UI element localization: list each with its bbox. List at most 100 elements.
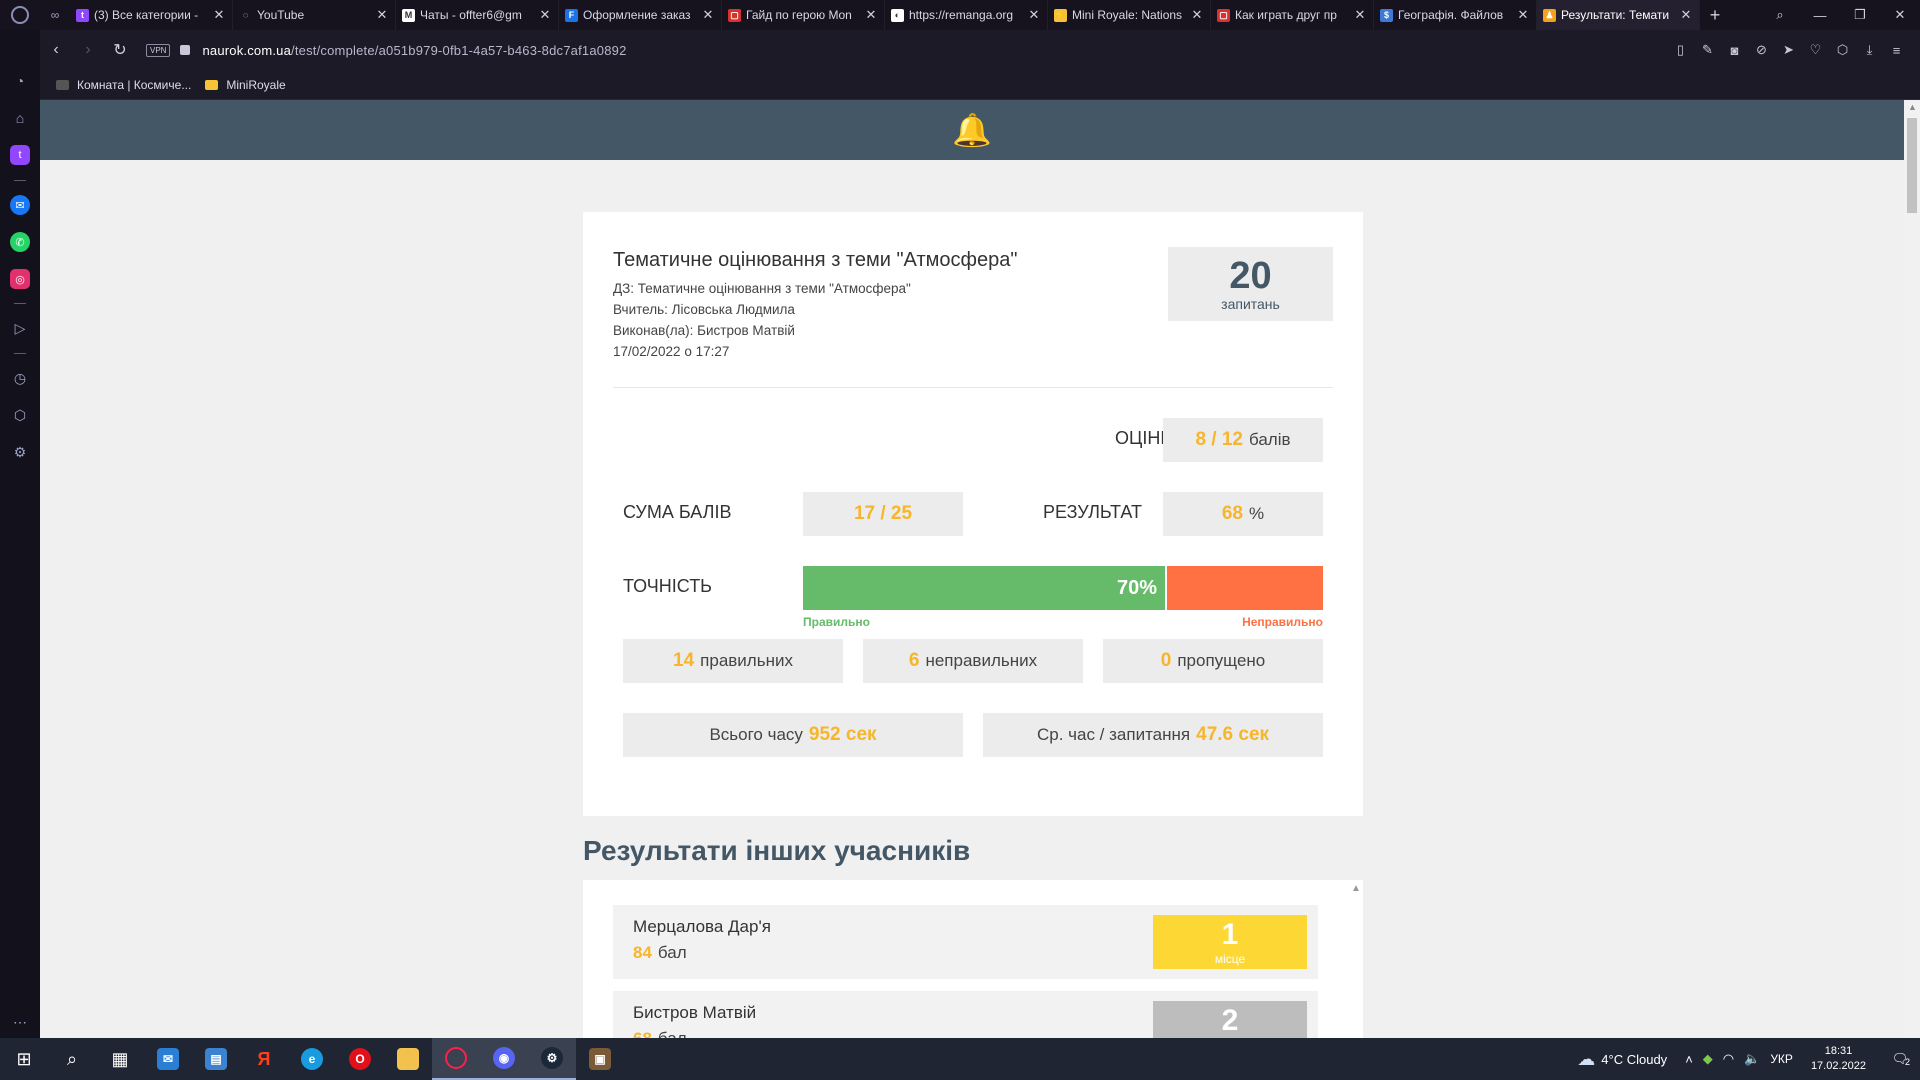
cube-icon[interactable]: ⬡ xyxy=(1829,42,1856,58)
chevron-up-icon[interactable]: ˄ xyxy=(1685,1052,1693,1067)
file-explorer-icon[interactable] xyxy=(384,1038,432,1080)
instagram-icon[interactable]: ◎ xyxy=(10,269,30,289)
search-tabs-icon[interactable]: ⌕ xyxy=(1760,7,1800,23)
browser-tab[interactable]: ◌ YouTube ✕ xyxy=(233,0,396,30)
weather-text[interactable]: 4°C Cloudy xyxy=(1601,1052,1667,1067)
participant-name: Мерцалова Дар'я xyxy=(633,917,771,936)
browser-tab[interactable]: $ Географія. Файлов ✕ xyxy=(1374,0,1537,30)
close-tab-icon[interactable]: ✕ xyxy=(1516,7,1530,23)
close-tab-icon[interactable]: ✕ xyxy=(538,7,552,23)
accuracy-bar: 70% xyxy=(803,566,1323,610)
participant-score-value: 84 xyxy=(633,943,652,962)
cloud-icon[interactable]: ☁ xyxy=(1577,1049,1595,1070)
close-tab-icon[interactable]: ✕ xyxy=(375,7,389,23)
steam-icon[interactable]: ⚙ xyxy=(528,1038,576,1080)
store-icon[interactable]: ▤ xyxy=(192,1038,240,1080)
player-icon[interactable]: ▷ xyxy=(10,318,30,338)
reader-icon[interactable]: ▯ xyxy=(1667,42,1694,58)
yandex-icon[interactable]: Я xyxy=(240,1038,288,1080)
page-scrollbar[interactable]: ▲ xyxy=(1904,100,1920,1038)
edit-icon[interactable]: ✎ xyxy=(1694,42,1721,58)
opera-logo-icon xyxy=(11,6,29,24)
language-indicator[interactable]: УКР xyxy=(1770,1052,1793,1066)
browser-tab[interactable]: M Чаты - offter6@gm ✕ xyxy=(396,0,559,30)
opera-gx-icon[interactable] xyxy=(432,1038,480,1080)
participant-score-unit: бал xyxy=(658,1029,687,1038)
close-tab-icon[interactable]: ✕ xyxy=(1353,7,1367,23)
close-tab-icon[interactable]: ✕ xyxy=(212,7,226,23)
twitch-icon[interactable]: t xyxy=(10,145,30,165)
camera-icon[interactable]: ◙ xyxy=(1721,43,1748,58)
participant-score: 68 бал xyxy=(633,1029,687,1038)
vpn-badge[interactable]: VPN xyxy=(146,43,171,57)
grade-unit: балів xyxy=(1249,430,1291,449)
browser-tab[interactable]: ◐ https://remanga.org ✕ xyxy=(885,0,1048,30)
forward-button[interactable]: › xyxy=(72,41,104,59)
bell-icon[interactable]: 🔔 xyxy=(952,111,992,149)
extensions-icon[interactable]: ⬡ xyxy=(10,405,30,425)
tab-favicon-icon: $ xyxy=(1380,8,1393,22)
homework-info: ДЗ: Тематичне оцінювання з теми "Атмосфе… xyxy=(613,281,911,296)
browser-sidebar: ◔ ⌂ t ✉ ✆ ◎ ▷ ◷ ⬡ ⚙ ⋯ xyxy=(0,30,40,1038)
wifi-icon[interactable]: ◠ xyxy=(1723,1051,1734,1067)
lock-icon[interactable] xyxy=(180,45,191,55)
tray-app-icon[interactable]: ◆ xyxy=(1703,1051,1713,1067)
restore-button[interactable]: ❐ xyxy=(1840,7,1880,23)
history-icon[interactable]: ◷ xyxy=(10,368,30,388)
more-options-icon[interactable]: ⋯ xyxy=(10,1012,30,1032)
scroll-up-arrow-icon[interactable]: ▲ xyxy=(1908,102,1917,112)
web-page: 🔔 Тематичне оцінювання з теми "Атмосфера… xyxy=(40,100,1904,1038)
tab-favicon-icon: M xyxy=(402,8,415,22)
bookmark-item[interactable]: MiniRoyale xyxy=(205,78,286,92)
new-tab-button[interactable]: + xyxy=(1700,0,1730,30)
task-view-icon[interactable]: ▦ xyxy=(96,1038,144,1080)
browser-tab[interactable]: t (3) Все категории - ✕ xyxy=(70,0,233,30)
close-tab-icon[interactable]: ✕ xyxy=(1190,7,1204,23)
menu-icon[interactable]: ≡ xyxy=(1883,43,1910,58)
back-button[interactable]: ‹ xyxy=(40,41,72,59)
close-tab-icon[interactable]: ✕ xyxy=(864,7,878,23)
bookmark-item[interactable]: Комната | Космиче... xyxy=(56,78,191,92)
windows-start-icon[interactable]: ⊞ xyxy=(0,1038,48,1080)
reload-button[interactable]: ↻ xyxy=(104,40,136,60)
minecraft-icon[interactable]: ▣ xyxy=(576,1038,624,1080)
close-tab-icon[interactable]: ✕ xyxy=(701,7,715,23)
speed-dial-icon[interactable]: ◔ xyxy=(10,71,30,91)
volume-icon[interactable]: 🔈 xyxy=(1744,1051,1760,1067)
opera-taskbar-icon[interactable]: O xyxy=(336,1038,384,1080)
mail-icon[interactable]: ✉ xyxy=(144,1038,192,1080)
whatsapp-icon[interactable]: ✆ xyxy=(10,232,30,252)
edge-icon[interactable]: e xyxy=(288,1038,336,1080)
browser-tab[interactable]: ▢ Гайд по герою Mon ✕ xyxy=(722,0,885,30)
participant-score: 84 бал xyxy=(633,943,687,963)
adblock-icon[interactable]: ⊘ xyxy=(1748,42,1775,58)
messenger-icon[interactable]: ✉ xyxy=(10,195,30,215)
download-icon[interactable]: ⤓ xyxy=(1856,42,1883,58)
workspaces-icon[interactable]: ∞ xyxy=(40,0,70,30)
search-icon[interactable]: ⌕ xyxy=(48,1038,96,1080)
clock[interactable]: 18:31 17.02.2022 xyxy=(1811,1044,1866,1074)
close-window-button[interactable]: ✕ xyxy=(1880,7,1920,23)
accuracy-incorrect-fill xyxy=(1167,566,1323,610)
url-field[interactable]: naurok.com.ua/test/complete/a051b979-0fb… xyxy=(202,43,626,58)
avg-time-value: 47.6 сек xyxy=(1196,724,1270,745)
close-tab-icon[interactable]: ✕ xyxy=(1679,7,1693,23)
settings-gear-icon[interactable]: ⚙ xyxy=(10,442,30,462)
minimize-button[interactable]: — xyxy=(1800,8,1840,23)
close-tab-icon[interactable]: ✕ xyxy=(1027,7,1041,23)
bookmark-label: Комната | Космиче... xyxy=(77,77,192,92)
send-icon[interactable]: ➤ xyxy=(1775,42,1802,58)
browser-tab[interactable]: F Оформление заказ ✕ xyxy=(559,0,722,30)
notifications-icon[interactable]: 🗨 2 xyxy=(1880,1051,1920,1067)
discord-icon[interactable]: ◉ xyxy=(480,1038,528,1080)
browser-tab[interactable]: ⚡ Mini Royale: Nations ✕ xyxy=(1048,0,1211,30)
scrollbar-thumb[interactable] xyxy=(1907,118,1917,213)
bag-icon[interactable]: ⌂ xyxy=(10,108,30,128)
heart-icon[interactable]: ♡ xyxy=(1802,42,1829,58)
others-results-list[interactable]: Мерцалова Дар'я 84 бал 1 місце Бистров Матвій… xyxy=(583,880,1363,1038)
opera-menu-button[interactable] xyxy=(0,0,40,30)
browser-tab[interactable]: ♟ Результати: Темати ✕ xyxy=(1537,0,1700,30)
address-bar-tools: ▯ ✎ ◙ ⊘ ➤ ♡ ⬡ ⤓ ≡ xyxy=(1667,30,1910,70)
list-scroll-up-icon[interactable]: ▲ xyxy=(1351,883,1361,894)
browser-tab[interactable]: ▢ Как играть друг пр ✕ xyxy=(1211,0,1374,30)
